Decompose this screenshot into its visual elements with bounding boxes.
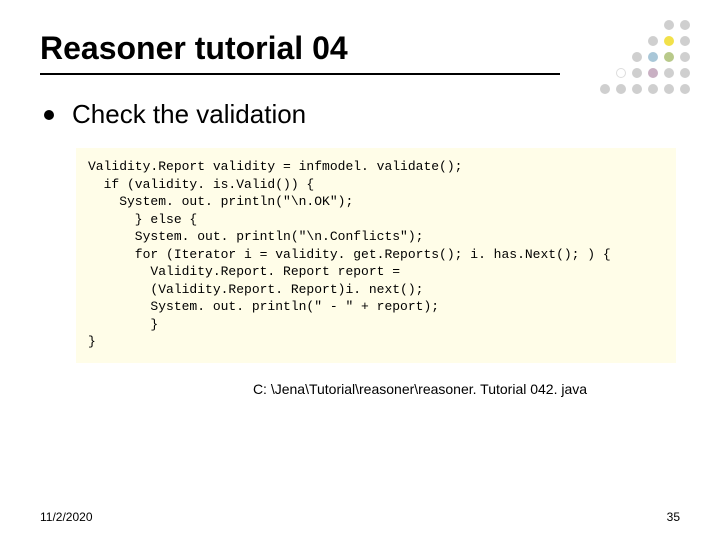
bullet-item: Check the validation	[44, 99, 680, 130]
content-area: Check the validation Validity.Report val…	[40, 99, 680, 397]
slide: Reasoner tutorial 04 Check the validatio…	[0, 0, 720, 540]
footer: 11/2/2020 35	[40, 510, 680, 524]
footer-date: 11/2/2020	[40, 510, 93, 524]
title-underline	[40, 73, 560, 75]
file-path: C: \Jena\Tutorial\reasoner\reasoner. Tut…	[40, 381, 680, 397]
footer-page: 35	[667, 510, 680, 524]
bullet-text: Check the validation	[72, 99, 306, 130]
bullet-icon	[44, 110, 54, 120]
decorative-dot-grid	[580, 20, 690, 100]
code-block: Validity.Report validity = infmodel. val…	[76, 148, 676, 363]
